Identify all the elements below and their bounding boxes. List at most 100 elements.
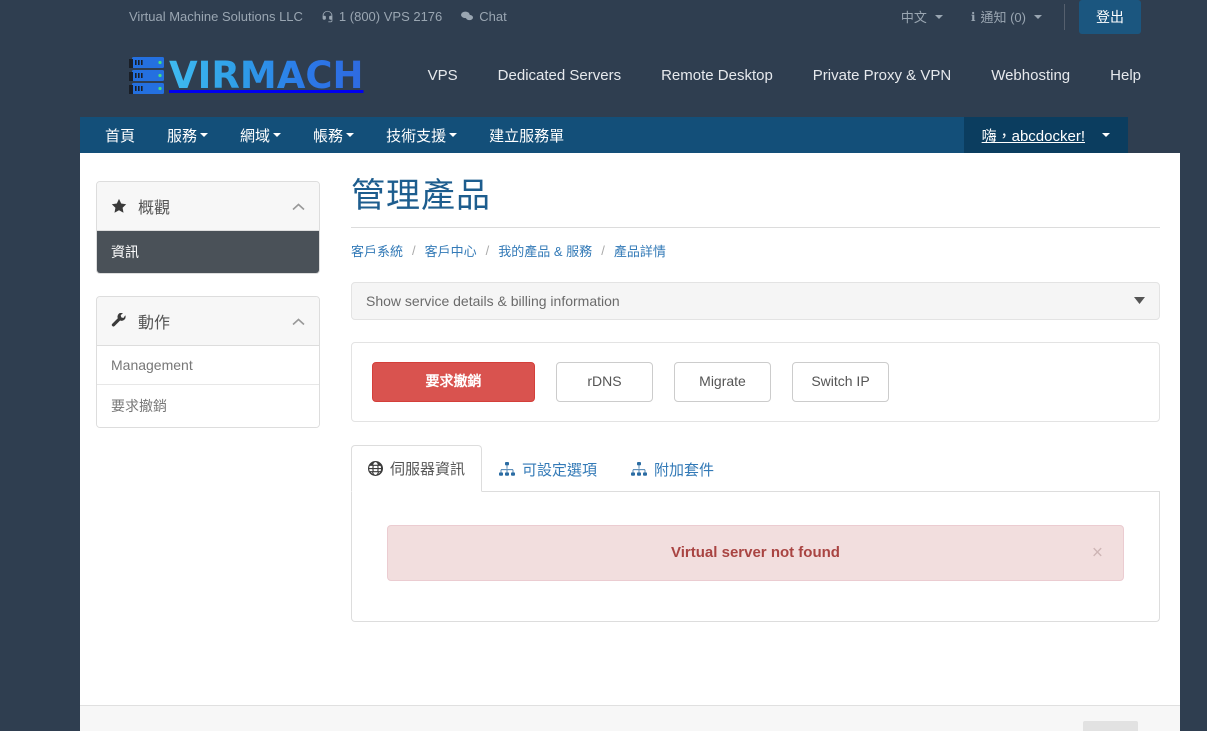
- bluenav-item-services[interactable]: 服務: [151, 117, 224, 153]
- tab-addons[interactable]: 附加套件: [614, 446, 731, 492]
- top-utility-bar: Virtual Machine Solutions LLC 1 (800) VP…: [0, 0, 1207, 34]
- phone-link[interactable]: 1 (800) VPS 2176: [321, 9, 442, 24]
- info-icon: ℹ: [970, 9, 976, 24]
- user-greeting: 嗨，abcdocker!: [981, 127, 1085, 145]
- sitemap-icon: [499, 462, 516, 477]
- chat-link[interactable]: Chat: [460, 9, 507, 24]
- page-title: 管理產品: [351, 177, 491, 215]
- topbar-right-group: 中文 ℹ 通知 (0) 登出: [887, 0, 1141, 34]
- sidebar-panel-actions-title: 動作: [138, 315, 171, 332]
- navbar-spacer: [580, 117, 964, 153]
- tab-panel-server-information: Virtual server not found ×: [351, 491, 1160, 622]
- chevron-up-icon: [292, 200, 305, 213]
- tabs-section: 伺服器資訊 可設定選項 附加套件 Virtual server not foun…: [351, 444, 1160, 622]
- sidebar-item-management[interactable]: Management: [97, 346, 319, 385]
- nav-item-private-proxy-vpn[interactable]: Private Proxy & VPN: [793, 67, 971, 84]
- breadcrumb-item-product-details: 產品詳情: [613, 244, 666, 260]
- bluenav-label: 建立服務單: [489, 127, 565, 145]
- bluenav-item-billing[interactable]: 帳務: [297, 117, 370, 153]
- footer-chip: [1083, 721, 1138, 731]
- chevron-down-icon: [449, 133, 458, 137]
- tab-server-information[interactable]: 伺服器資訊: [351, 444, 483, 492]
- tab-label: 伺服器資訊: [390, 460, 466, 478]
- caret-down-icon: [1134, 295, 1145, 307]
- bluenav-item-open-ticket[interactable]: 建立服務單: [473, 117, 580, 153]
- error-alert-message: Virtual server not found: [671, 544, 840, 562]
- sidebar-panel-overview-title: 概觀: [138, 200, 171, 217]
- request-cancellation-button[interactable]: 要求撤銷: [372, 362, 535, 402]
- nav-item-vps[interactable]: VPS: [408, 67, 478, 84]
- headset-icon: [321, 10, 334, 23]
- breadcrumb-item-client-center[interactable]: 客戶中心: [425, 241, 477, 260]
- sidebar-item-request-cancellation[interactable]: 要求撤銷: [97, 385, 319, 427]
- breadcrumb-wrapper: 客戶系統 / 客戶中心 / 我的產品 & 服務 / 產品詳情: [351, 227, 1160, 260]
- bluenav-item-domains[interactable]: 網域: [224, 117, 297, 153]
- breadcrumb-separator: /: [412, 243, 416, 259]
- action-buttons-panel: 要求撤銷 rDNS Migrate Switch IP: [351, 342, 1160, 422]
- chevron-down-icon: [273, 133, 282, 137]
- site-header: VIRMACH VPS Dedicated Servers Remote Des…: [0, 33, 1207, 117]
- bluenav-label: 技術支援: [386, 127, 447, 145]
- bluenav-label: 首頁: [105, 127, 136, 145]
- bluenav-label: 服務: [167, 127, 198, 145]
- bluenav-label: 帳務: [313, 127, 344, 145]
- language-selector[interactable]: 中文: [887, 7, 957, 26]
- chevron-down-icon: [200, 133, 209, 137]
- chat-icon: [460, 10, 474, 23]
- breadcrumb-item-my-products-services[interactable]: 我的產品 & 服務: [498, 241, 592, 260]
- breadcrumb: 客戶系統 / 客戶中心 / 我的產品 & 服務 / 產品詳情: [351, 241, 1160, 260]
- migrate-button[interactable]: Migrate: [674, 362, 771, 402]
- nav-item-help[interactable]: Help: [1090, 67, 1141, 84]
- switch-ip-button[interactable]: Switch IP: [792, 362, 889, 402]
- user-account-dropdown[interactable]: 嗨，abcdocker!: [963, 117, 1128, 153]
- sidebar-panel-actions: 動作 Management 要求撤銷: [96, 296, 320, 428]
- sitemap-icon: [631, 462, 648, 477]
- page-inner: 概觀 資訊 動作 Management 要求撤銷 管理產品 客戶系統 / 客戶中…: [80, 177, 1180, 705]
- phone-label: 1 (800) VPS 2176: [338, 9, 443, 24]
- bluenav-item-support[interactable]: 技術支援: [370, 117, 473, 153]
- company-name: Virtual Machine Solutions LLC: [129, 9, 303, 24]
- error-alert: Virtual server not found ×: [387, 524, 1124, 581]
- language-label: 中文: [900, 10, 927, 25]
- client-area-navbar: 首頁 服務 網域 帳務 技術支援 建立服務單 嗨，abcdocker!: [80, 117, 1128, 153]
- sidebar-panel-actions-header[interactable]: 動作: [97, 297, 319, 346]
- notifications-label: 通知 (0): [980, 10, 1026, 25]
- globe-icon: [368, 460, 383, 476]
- tab-label: 附加套件: [654, 461, 715, 479]
- breadcrumb-item-client-system[interactable]: 客戶系統: [351, 241, 403, 260]
- nav-item-webhosting[interactable]: Webhosting: [971, 67, 1090, 84]
- sidebar-item-information[interactable]: 資訊: [97, 231, 319, 273]
- service-details-collapse-toggle[interactable]: Show service details & billing informati…: [351, 282, 1160, 321]
- bluenav-item-home[interactable]: 首頁: [80, 117, 151, 153]
- rdns-button[interactable]: rDNS: [556, 362, 653, 402]
- logo-link[interactable]: VIRMACH: [129, 53, 363, 97]
- star-icon: [111, 198, 127, 214]
- tab-label: 可設定選項: [522, 461, 598, 479]
- notifications-menu[interactable]: ℹ 通知 (0): [957, 7, 1056, 26]
- tab-configurable-options[interactable]: 可設定選項: [482, 446, 614, 492]
- server-rack-icon: [129, 55, 167, 95]
- close-icon[interactable]: ×: [1086, 542, 1109, 563]
- nav-item-remote-desktop[interactable]: Remote Desktop: [641, 67, 793, 84]
- sidebar-panel-overview: 概觀 資訊: [96, 181, 320, 274]
- breadcrumb-separator: /: [485, 243, 490, 259]
- main-navigation: VPS Dedicated Servers Remote Desktop Pri…: [408, 67, 1141, 84]
- bluenav-label: 網域: [240, 127, 271, 145]
- service-details-collapse-label: Show service details & billing informati…: [366, 293, 620, 310]
- chevron-down-icon: [1102, 133, 1110, 137]
- logo-text: VIRMACH: [169, 53, 364, 97]
- page-container: 概觀 資訊 動作 Management 要求撤銷 管理產品 客戶系統 / 客戶中…: [80, 153, 1180, 705]
- divider: [1064, 3, 1065, 30]
- nav-item-dedicated-servers[interactable]: Dedicated Servers: [478, 67, 641, 84]
- chevron-down-icon: [346, 133, 355, 137]
- topbar-left-group: Virtual Machine Solutions LLC 1 (800) VP…: [129, 9, 507, 24]
- footer-strip: [80, 705, 1180, 731]
- chevron-up-icon: [292, 315, 305, 328]
- wrench-icon: [111, 313, 127, 329]
- main-content: 管理產品 客戶系統 / 客戶中心 / 我的產品 & 服務 / 產品詳情 Show…: [320, 177, 1180, 705]
- sidebar-panel-overview-header[interactable]: 概觀: [97, 182, 319, 231]
- sidebar: 概觀 資訊 動作 Management 要求撤銷: [80, 178, 320, 705]
- tab-list: 伺服器資訊 可設定選項 附加套件: [351, 444, 1160, 492]
- logout-button[interactable]: 登出: [1079, 0, 1141, 34]
- chat-label: Chat: [479, 9, 507, 24]
